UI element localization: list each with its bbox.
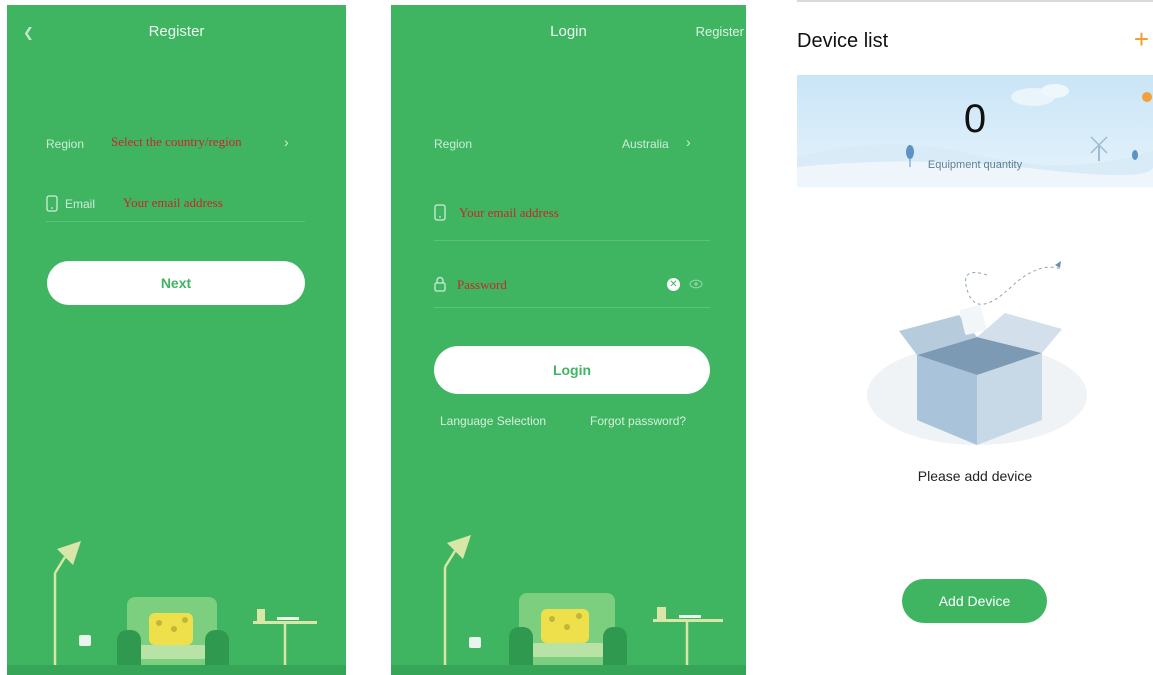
chevron-right-icon: › [686, 134, 691, 150]
page-title: Device list [797, 30, 889, 52]
email-input[interactable]: Your email address [123, 195, 223, 211]
register-screen: ❮ Register Region Select the country/reg… [7, 5, 346, 675]
register-link[interactable]: Register [696, 24, 744, 39]
lock-icon [434, 276, 446, 292]
empty-box-illustration [867, 261, 1087, 445]
equipment-count-label: Equipment quantity [927, 159, 1023, 171]
clear-icon[interactable]: ✕ [667, 278, 680, 291]
region-select[interactable]: Select the country/region [111, 134, 242, 150]
language-selection-link[interactable]: Language Selection [440, 414, 546, 428]
empty-state-text: Please add device [917, 468, 1033, 484]
password-input[interactable]: Password [457, 277, 507, 293]
forgot-password-link[interactable]: Forgot password? [590, 414, 686, 428]
region-label: Region [46, 137, 85, 151]
device-list-screen: Device list + 0 Equipment quantity Pleas… [797, 0, 1153, 674]
email-input[interactable]: Your email address [459, 205, 559, 221]
equipment-count: 0 [963, 97, 987, 141]
login-button[interactable]: Login [434, 346, 710, 394]
chevron-right-icon: › [284, 134, 289, 150]
next-button[interactable]: Next [47, 261, 305, 305]
password-underline [434, 307, 710, 308]
page-title: Login [550, 23, 587, 40]
equipment-banner: 0 Equipment quantity [797, 75, 1153, 187]
top-divider [797, 0, 1153, 2]
living-room-illustration [43, 541, 317, 675]
email-label: Email [65, 197, 96, 211]
eye-icon[interactable] [689, 279, 703, 289]
email-underline [46, 221, 305, 222]
email-underline [434, 240, 710, 241]
phone-icon [46, 195, 58, 212]
add-plus-icon[interactable]: + [1134, 26, 1149, 52]
add-device-button[interactable]: Add Device [902, 579, 1047, 623]
living-room-illustration [433, 535, 723, 675]
login-screen: Login Register Region Australia › Your e… [391, 5, 746, 675]
phone-icon [434, 204, 446, 221]
region-select[interactable]: Australia [622, 137, 669, 151]
page-title: Register [148, 23, 205, 40]
region-label: Region [434, 137, 473, 151]
